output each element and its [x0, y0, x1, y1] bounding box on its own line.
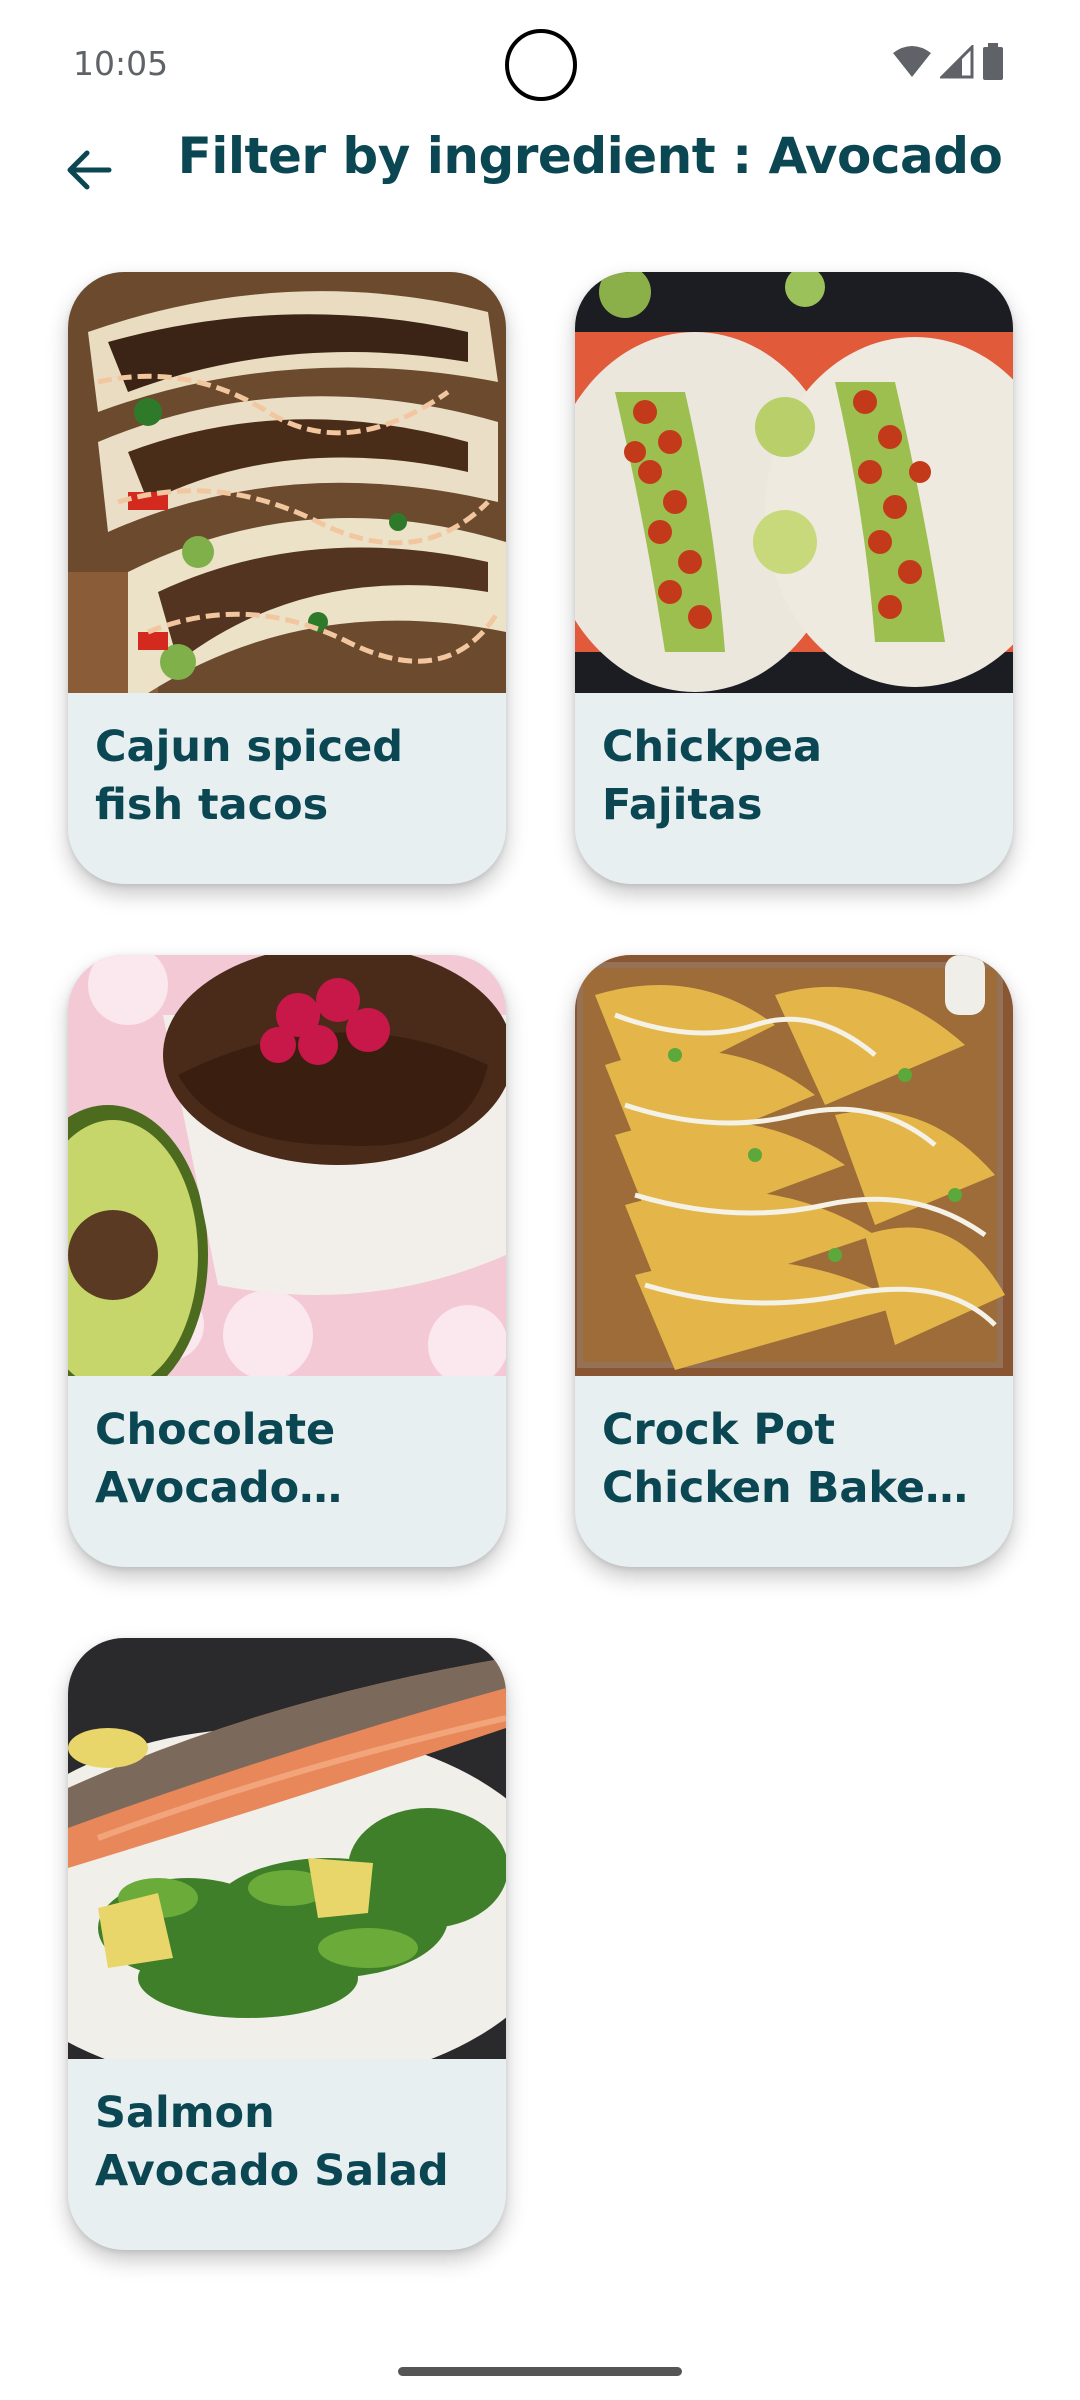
app-header: Filter by ingredient : Avocado [0, 120, 1080, 220]
home-indicator[interactable] [398, 2367, 682, 2376]
recipe-card-cajun-fish-tacos[interactable]: Cajun spiced fish tacos [68, 272, 506, 884]
recipe-card-chocolate-avocado-mousse[interactable]: Chocolate Avocado Mousse [68, 955, 506, 1567]
recipe-image [68, 955, 506, 1376]
recipe-card-salmon-avocado-salad[interactable]: Salmon Avocado Salad [68, 1638, 506, 2250]
recipe-title: Salmon Avocado Salad [95, 2088, 449, 2196]
recipe-image [575, 272, 1013, 693]
recipe-title: Chocolate Avocado Mousse [95, 1405, 336, 1513]
recipe-image [68, 272, 506, 693]
wifi-icon [892, 45, 932, 84]
camera-cutout [505, 29, 577, 101]
recipe-title: Chickpea Fajitas [602, 722, 822, 830]
recipe-card-chickpea-fajitas[interactable]: Chickpea Fajitas [575, 272, 1013, 884]
battery-icon [982, 42, 1004, 86]
status-bar: 10:05 [0, 0, 1080, 130]
recipe-image [68, 1638, 506, 2059]
recipe-image [575, 955, 1013, 1376]
status-icons [892, 42, 1004, 86]
signal-icon [938, 42, 974, 84]
status-time: 10:05 [73, 44, 169, 83]
recipe-title: Cajun spiced fish tacos [95, 722, 404, 830]
recipe-title: Crock Pot Chicken Baked Tacos [602, 1405, 956, 1513]
page-title: Filter by ingredient : Avocado [177, 127, 1003, 185]
screen: 10:05 Filter by ingredient : Avocado Caj… [0, 0, 1080, 2400]
recipe-card-crock-pot-chicken-baked-tacos[interactable]: Crock Pot Chicken Baked Tacos [575, 955, 1013, 1567]
